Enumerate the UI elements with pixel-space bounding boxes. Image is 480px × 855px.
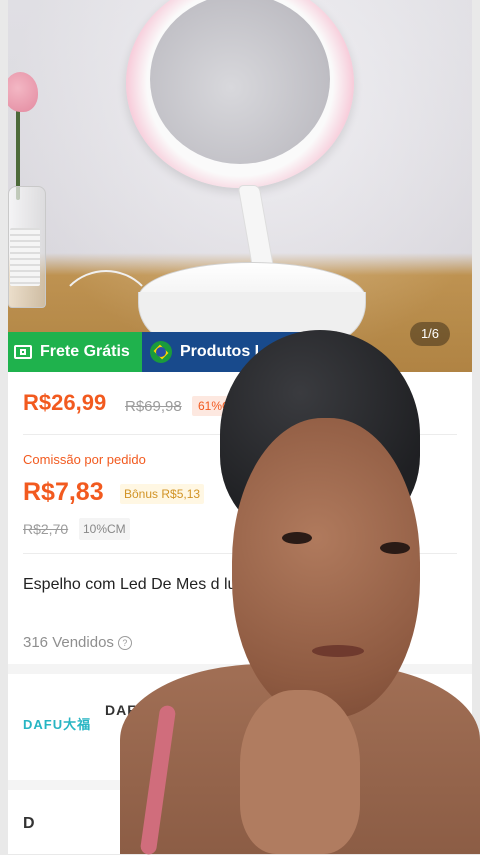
free-shipping-badge: Frete Grátis <box>8 332 142 372</box>
mirror-glass <box>150 0 330 164</box>
shipping-icon <box>14 345 32 359</box>
original-price: R$69,98 <box>125 398 182 415</box>
commission-value: R$7,83 <box>23 478 104 506</box>
sold-count-label: 316 Vendidos <box>23 634 114 651</box>
sold-count: 316 Vendidos ? <box>23 634 132 651</box>
commission-rate-tag: 10%CM <box>79 518 130 540</box>
presenter-face <box>232 418 420 718</box>
image-counter: 1/6 <box>410 322 450 346</box>
brazil-flag-icon <box>150 341 172 363</box>
info-icon[interactable]: ? <box>117 635 132 650</box>
product-image[interactable]: 1/6 <box>8 0 472 372</box>
free-shipping-label: Frete Grátis <box>40 343 130 360</box>
vase-label <box>10 228 40 286</box>
next-section-initial: D <box>23 815 35 832</box>
bonus-badge: Bônus R$5,13 <box>120 484 205 504</box>
presenter-hand <box>240 690 360 854</box>
app-screen: 1/6 Frete Grátis Produtos L R$26,99 R$69… <box>0 0 480 855</box>
commission-label: Comissão por pedido <box>23 452 146 467</box>
presenter-mouth <box>312 645 364 657</box>
presenter-left-eye <box>282 532 312 544</box>
store-logo: DAFU大福 <box>23 717 92 732</box>
commission-old-value: R$2,70 <box>23 521 69 537</box>
current-price: R$26,99 <box>23 390 107 415</box>
presenter-right-eye <box>380 542 410 554</box>
